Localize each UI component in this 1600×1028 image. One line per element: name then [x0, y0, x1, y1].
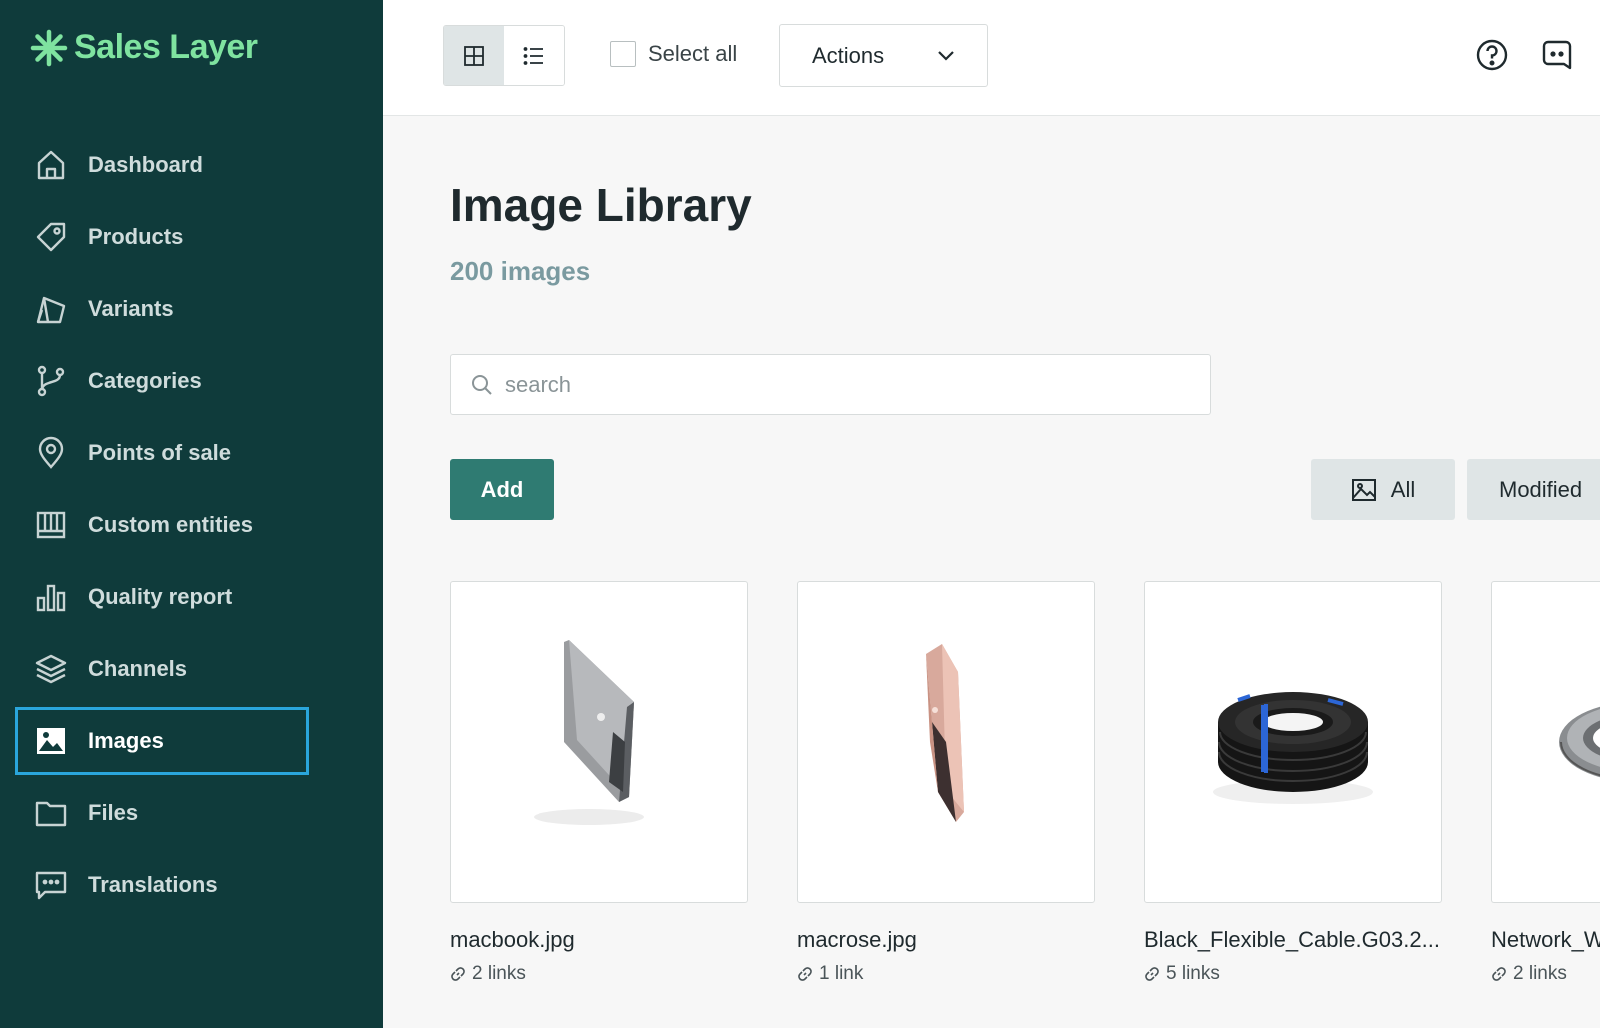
image-name: macrose.jpg — [797, 927, 917, 952]
image-icon — [1351, 478, 1376, 501]
top-toolbar: Select all Actions — [383, 0, 1600, 116]
sidebar-item-custom-entities[interactable]: Custom entities — [15, 491, 309, 559]
folder-icon — [34, 796, 68, 830]
layers-icon — [34, 652, 68, 686]
sidebar-item-products[interactable]: Products — [15, 203, 309, 271]
grid-view-button[interactable] — [444, 26, 504, 85]
image-thumbnail[interactable] — [1491, 581, 1600, 903]
link-icon — [1492, 967, 1506, 981]
sidebar-item-label: Custom entities — [88, 512, 254, 537]
silver-laptop-image — [534, 640, 644, 825]
sidebar-item-label: Dashboard — [88, 152, 203, 177]
image-card[interactable]: macrose.jpg 1 link — [797, 581, 1095, 985]
search-box — [450, 354, 1211, 415]
select-all[interactable]: Select all — [610, 41, 737, 67]
image-name: Black_Flexible_Cable.G03.2... — [1144, 927, 1440, 952]
link-icon — [798, 967, 812, 981]
filter-modified-label: Modified — [1499, 476, 1583, 502]
sidebar-item-translations[interactable]: Translations — [15, 851, 309, 919]
sidebar-item-categories[interactable]: Categories — [15, 347, 309, 415]
link-icon — [451, 967, 465, 981]
image-links-label: 2 links — [472, 963, 526, 984]
variants-icon — [34, 292, 68, 326]
image-card[interactable]: Black_Flexible_Cable.G03.2... 5 links — [1144, 581, 1442, 985]
sidebar-item-label: Files — [88, 800, 139, 825]
branch-icon — [34, 364, 68, 398]
sidebar-item-dashboard[interactable]: Dashboard — [15, 131, 309, 199]
rose-laptop-image — [926, 644, 964, 822]
image-links-label: 2 links — [1513, 963, 1567, 984]
sidebar-item-label: Products — [88, 224, 184, 249]
image-name: Network_W — [1491, 927, 1600, 952]
filter-modified-button[interactable]: Modified — [1467, 459, 1600, 520]
sidebar-item-images[interactable]: Images — [15, 707, 309, 775]
image-links[interactable]: 1 link — [797, 963, 1095, 985]
select-all-checkbox[interactable] — [610, 41, 636, 67]
view-toggle — [443, 25, 565, 86]
actions-label: Actions — [812, 42, 885, 68]
list-view-button[interactable] — [504, 26, 564, 85]
add-button[interactable]: Add — [450, 459, 554, 520]
image-name: macbook.jpg — [450, 927, 575, 952]
image-links-label: 5 links — [1166, 963, 1220, 984]
sidebar-item-label: Variants — [88, 296, 174, 321]
grey-cable-coil-image — [1559, 706, 1600, 778]
asterisk-logo-icon — [30, 29, 68, 66]
sidebar-item-label: Quality report — [88, 584, 233, 609]
actions-dropdown[interactable]: Actions — [779, 24, 988, 87]
filter-all-label: All — [1390, 476, 1416, 502]
sidebar: Sales Layer Dashboard Products Variants … — [0, 0, 383, 1028]
image-links[interactable]: 2 links — [1491, 963, 1600, 985]
brand-name: Sales Layer — [74, 28, 258, 66]
message-icon — [34, 868, 68, 902]
link-icon — [1145, 967, 1159, 981]
image-card[interactable]: Network_W 2 links — [1491, 581, 1600, 985]
image-thumbnail[interactable] — [1144, 581, 1442, 903]
image-links-label: 1 link — [819, 963, 864, 984]
filter-all-button[interactable]: All — [1311, 459, 1455, 520]
page-title: Image Library — [450, 179, 752, 231]
sidebar-item-label: Points of sale — [88, 440, 232, 465]
sidebar-item-label: Channels — [88, 656, 188, 681]
sidebar-item-points-of-sale[interactable]: Points of sale — [15, 419, 309, 487]
image-icon — [34, 724, 68, 758]
search-input[interactable] — [505, 371, 1185, 398]
grid-icon — [464, 45, 484, 66]
sidebar-item-variants[interactable]: Variants — [15, 275, 309, 343]
main-content: Image Library 200 images Add All Modifie… — [383, 116, 1600, 1028]
chevron-down-icon — [938, 50, 954, 61]
logo[interactable]: Sales Layer — [30, 28, 258, 67]
help-icon[interactable] — [1475, 38, 1509, 72]
image-card[interactable]: macbook.jpg 2 links — [450, 581, 748, 985]
image-links[interactable]: 5 links — [1144, 963, 1442, 985]
home-icon — [34, 148, 68, 182]
image-count: 200 images — [450, 256, 591, 286]
chat-icon[interactable] — [1540, 38, 1574, 72]
list-icon — [523, 46, 543, 65]
sidebar-item-channels[interactable]: Channels — [15, 635, 309, 703]
sidebar-item-label: Images — [88, 728, 164, 753]
sidebar-item-label: Categories — [88, 368, 202, 393]
black-cable-coil-image — [1213, 692, 1373, 804]
image-thumbnail[interactable] — [450, 581, 748, 903]
tag-icon — [34, 220, 68, 254]
select-all-label: Select all — [648, 41, 738, 66]
sidebar-item-quality-report[interactable]: Quality report — [15, 563, 309, 631]
sidebar-item-label: Translations — [88, 872, 218, 897]
search-icon — [472, 374, 492, 395]
bar-chart-icon — [34, 580, 68, 614]
custom-entities-icon — [34, 508, 68, 542]
map-pin-icon — [34, 436, 68, 470]
image-links[interactable]: 2 links — [450, 963, 748, 985]
image-thumbnail[interactable] — [797, 581, 1095, 903]
sidebar-item-files[interactable]: Files — [15, 779, 309, 847]
